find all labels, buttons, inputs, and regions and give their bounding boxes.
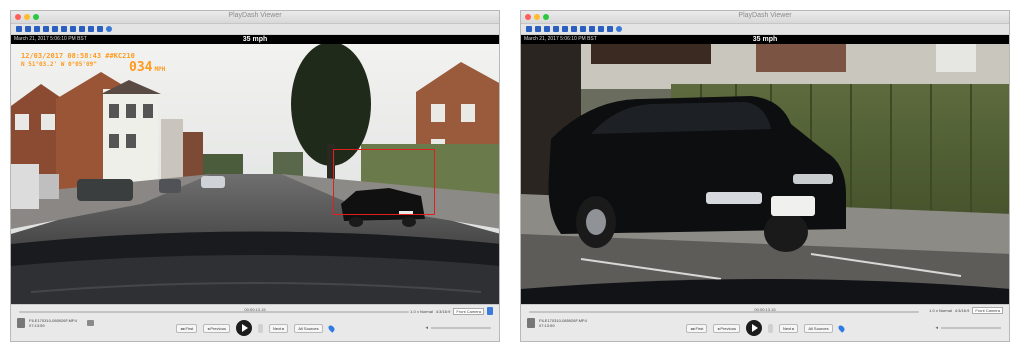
first-button[interactable]: ◂◂ First [176, 323, 198, 333]
play-icon[interactable] [746, 320, 762, 336]
window-title: PlayDash Viewer [738, 12, 792, 19]
video-frame-zoomed[interactable] [521, 44, 1009, 308]
filter-icon[interactable] [52, 26, 58, 32]
folder-icon[interactable] [16, 26, 22, 32]
folder-icon[interactable] [526, 26, 532, 32]
grid-icon[interactable] [79, 26, 85, 32]
filter-icon[interactable] [34, 26, 40, 32]
view-options: 1.0 x Normal 4:3/16:9 Front Camera [410, 307, 493, 315]
expand-icon[interactable] [97, 26, 103, 32]
next-button[interactable]: Next ▸ [779, 323, 799, 333]
copy-icon[interactable] [25, 26, 31, 32]
all-sources-button[interactable]: All Sources [804, 323, 833, 333]
previous-button[interactable]: ◂ Previous [203, 323, 230, 333]
filter-icon[interactable] [580, 26, 586, 32]
window-title: PlayDash Viewer [228, 12, 282, 19]
camera-select[interactable]: Front Camera [453, 307, 484, 315]
filter-icon[interactable] [61, 26, 67, 32]
grid-icon[interactable] [598, 26, 604, 32]
filter-icon[interactable] [544, 26, 550, 32]
first-button[interactable]: ◂◂ First [686, 323, 708, 333]
frame-stepper[interactable] [768, 323, 773, 333]
volume: ◂ [935, 325, 1001, 331]
toolbar [521, 24, 1009, 35]
overlay-gps: N 51°03.2' W 0°05'09" [21, 61, 97, 68]
location-pin-icon[interactable] [836, 323, 846, 333]
filter-icon[interactable] [70, 26, 76, 32]
overlay-speed-unit: MPH [154, 66, 166, 73]
info-bar: March 21, 2017 5:06:10 PM BST 35 mph [11, 35, 499, 44]
viewer-window-left: PlayDash Viewer March 21, 2017 5:06:10 P… [10, 10, 500, 342]
title-bar: PlayDash Viewer [521, 11, 1009, 24]
speaker-icon: ◂ [935, 325, 938, 331]
map-toggle-icon[interactable] [487, 307, 493, 315]
settings-icon[interactable] [106, 26, 112, 32]
play-icon[interactable] [236, 320, 252, 336]
volume: ◂ [425, 325, 491, 331]
grid-icon[interactable] [589, 26, 595, 32]
settings-icon[interactable] [616, 26, 622, 32]
format-label: 4:3/16:9 [435, 308, 451, 314]
filter-icon[interactable] [571, 26, 577, 32]
format-label: 4:3/16:9 [954, 308, 970, 313]
speed-readout: 35 mph [752, 36, 778, 43]
toolbar [11, 24, 499, 35]
playback-controls: 00:00:13.15 1.0 x Normal 4:3/16:9 Front … [11, 304, 499, 341]
speed-label[interactable]: 1.0 x Normal [929, 308, 952, 313]
camera-select[interactable]: Front Camera [972, 307, 1003, 314]
next-button[interactable]: Next ▸ [269, 323, 289, 333]
overlay-timestamp: 12/03/2017 08:58:43 ##KC210 [21, 52, 135, 60]
previous-button[interactable]: ◂ Previous [713, 323, 740, 333]
overlay-speed-value: 034 [129, 60, 153, 75]
overlay-speed: 034 MPH [129, 60, 165, 75]
filter-icon[interactable] [43, 26, 49, 32]
video-frame[interactable]: 12/03/2017 08:58:43 ##KC210 N 51°03.2' W… [11, 44, 499, 308]
viewer-window-right: PlayDash Viewer March 21, 2017 5:06:10 P… [520, 10, 1010, 342]
speed-label[interactable]: 1.0 x Normal [410, 309, 433, 314]
grid-icon[interactable] [88, 26, 94, 32]
speaker-icon: ◂ [425, 325, 428, 331]
vehicle-detection-box [333, 149, 435, 215]
expand-icon[interactable] [607, 26, 613, 32]
playback-controls: 00:00:13.15 1.0 x Normal 4:3/16:9 Front … [521, 304, 1009, 341]
copy-icon[interactable] [535, 26, 541, 32]
location-pin-icon[interactable] [326, 323, 336, 333]
view-options: 1.0 x Normal 4:3/16:9 Front Camera [929, 307, 1003, 314]
title-bar: PlayDash Viewer [11, 11, 499, 24]
speed-readout: 35 mph [242, 36, 268, 43]
volume-slider[interactable] [431, 327, 491, 329]
all-sources-button[interactable]: All Sources [294, 323, 323, 333]
volume-slider[interactable] [941, 327, 1001, 329]
zoomed-car-scene [521, 44, 1009, 308]
filter-icon[interactable] [562, 26, 568, 32]
frame-stepper[interactable] [258, 323, 263, 333]
info-bar: March 21, 2017 5:06:10 PM BST 35 mph [521, 35, 1009, 44]
filter-icon[interactable] [553, 26, 559, 32]
